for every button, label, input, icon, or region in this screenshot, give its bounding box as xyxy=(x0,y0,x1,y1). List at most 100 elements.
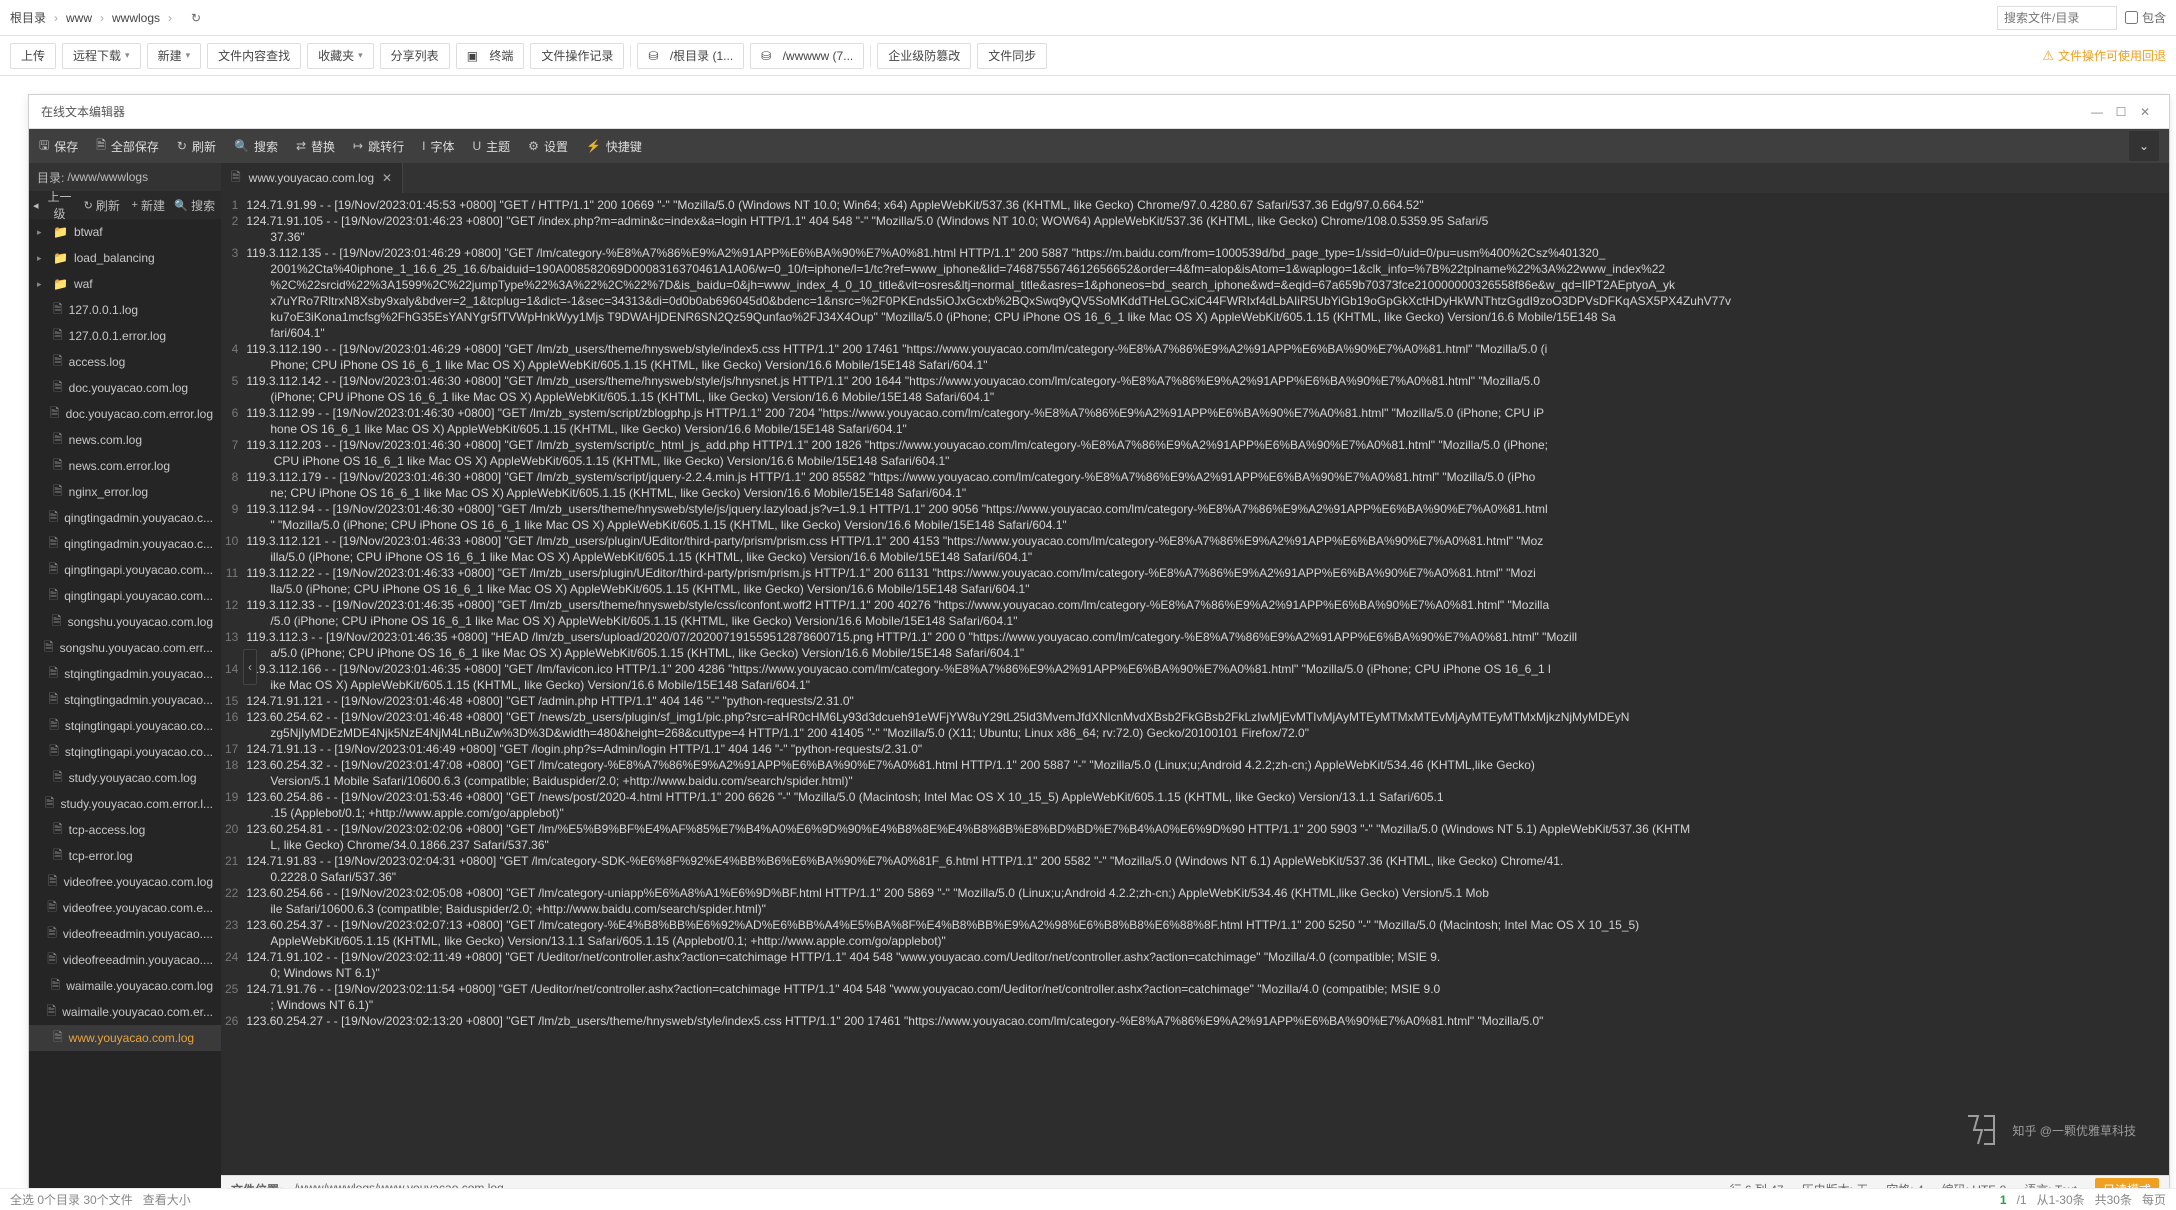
text-editor-dialog: 在线文本编辑器 — ☐ ✕ 🖫保存 🗎全部保存 ↻刷新 🔍搜索 ⇄替换 ↦跳转行… xyxy=(28,94,2170,1204)
sidebar-file[interactable]: 🗎nginx_error.log xyxy=(29,479,221,505)
refresh-icon: ↻ xyxy=(177,139,187,153)
sidebar-file[interactable]: 🗎doc.youyacao.com.log xyxy=(29,375,221,401)
sidebar-file[interactable]: 🗎qingtingapi.youyacao.com... xyxy=(29,583,221,609)
collapse-menu-icon[interactable]: ⌄ xyxy=(2129,131,2159,161)
sidebar-refresh[interactable]: ↻ 刷新 xyxy=(80,197,125,214)
shortcut-menu[interactable]: ⚡快捷键 xyxy=(586,138,642,155)
sidebar-collapse-handle[interactable]: ‹ xyxy=(243,649,257,685)
editor-main: 🗎 www.youyacao.com.log ✕ 123456789101112… xyxy=(221,163,2169,1203)
save-all-menu[interactable]: 🗎全部保存 xyxy=(96,136,159,157)
breadcrumb-root[interactable]: 根目录 xyxy=(10,9,46,26)
current-page[interactable]: 1 xyxy=(2000,1193,2007,1207)
page-range: 从1-30条 xyxy=(2037,1191,2085,1208)
sidebar-file[interactable]: 🗎qingtingadmin.youyacao.c... xyxy=(29,505,221,531)
sidebar-folder[interactable]: ▸📁waf xyxy=(29,271,221,297)
page-total: 共30条 xyxy=(2095,1191,2132,1208)
disk-icon: ⛁ xyxy=(648,49,658,63)
share-button[interactable]: 分享列表 xyxy=(380,43,450,69)
sidebar-file[interactable]: 🗎songshu.youyacao.com.log xyxy=(29,609,221,635)
remote-download-button[interactable]: 远程下载▾ xyxy=(62,43,141,69)
sync-button[interactable]: 文件同步 xyxy=(977,43,1047,69)
search-icon: 🔍 xyxy=(234,139,249,153)
tamper-button[interactable]: 企业级防篡改 xyxy=(877,43,971,69)
goto-icon: ↦ xyxy=(353,139,363,153)
breadcrumb-wwwlogs[interactable]: wwwlogs xyxy=(112,11,160,25)
favorite-button[interactable]: 收藏夹▾ xyxy=(307,43,374,69)
sidebar-up[interactable]: ◂ 上一级 xyxy=(33,188,78,222)
save-menu[interactable]: 🖫保存 xyxy=(39,136,78,157)
op-record-button[interactable]: 文件操作记录 xyxy=(530,43,624,69)
warning-banner: ⚠ 文件操作可使用回退 xyxy=(2042,47,2166,64)
settings-menu[interactable]: ⚙设置 xyxy=(528,138,568,155)
refresh-menu[interactable]: ↻刷新 xyxy=(177,138,216,155)
sidebar-file[interactable]: 🗎qingtingadmin.youyacao.c... xyxy=(29,531,221,557)
sidebar-file[interactable]: 🗎study.youyacao.com.error.l... xyxy=(29,791,221,817)
upload-button[interactable]: 上传 xyxy=(10,43,56,69)
editor-menu: 🖫保存 🗎全部保存 ↻刷新 🔍搜索 ⇄替换 ↦跳转行 I字体 U主题 ⚙设置 ⚡… xyxy=(29,129,2169,163)
include-checkbox[interactable]: 包含 xyxy=(2125,9,2166,26)
sidebar-file-list[interactable]: ▸📁btwaf▸📁load_balancing▸📁waf🗎127.0.0.1.l… xyxy=(29,219,221,1203)
sidebar-file[interactable]: 🗎waimaile.youyacao.com.log xyxy=(29,973,221,999)
save-all-icon: 🗎 xyxy=(96,136,106,157)
sidebar-file[interactable]: 🗎news.com.log xyxy=(29,427,221,453)
replace-menu[interactable]: ⇄替换 xyxy=(296,138,335,155)
terminal-button[interactable]: ▣ 终端 xyxy=(456,43,525,69)
sidebar-file[interactable]: 🗎videofree.youyacao.com.log xyxy=(29,869,221,895)
minimize-icon[interactable]: — xyxy=(2085,100,2109,124)
sidebar-file[interactable]: 🗎songshu.youyacao.com.err... xyxy=(29,635,221,661)
sidebar-file[interactable]: 🗎qingtingapi.youyacao.com... xyxy=(29,557,221,583)
sidebar-file[interactable]: 🗎tcp-error.log xyxy=(29,843,221,869)
sidebar-file[interactable]: 🗎stqingtingapi.youyacao.co... xyxy=(29,713,221,739)
size-hint[interactable]: 查看大小 xyxy=(143,1191,191,1208)
font-icon: I xyxy=(422,139,425,153)
new-button[interactable]: 新建▾ xyxy=(147,43,202,69)
font-menu[interactable]: I字体 xyxy=(422,138,454,155)
search-menu[interactable]: 🔍搜索 xyxy=(234,138,278,155)
file-search-input[interactable] xyxy=(1997,6,2117,30)
editor-tab[interactable]: 🗎 www.youyacao.com.log ✕ xyxy=(221,163,403,193)
theme-menu[interactable]: U主题 xyxy=(472,138,510,155)
disk-root-button[interactable]: ⛁ /根目录 (1... xyxy=(637,43,744,69)
close-icon[interactable]: ✕ xyxy=(2133,100,2157,124)
sidebar-folder[interactable]: ▸📁load_balancing xyxy=(29,245,221,271)
sidebar-file[interactable]: 🗎videofreeadmin.youyacao.... xyxy=(29,947,221,973)
sidebar-file[interactable]: 🗎stqingtingapi.youyacao.co... xyxy=(29,739,221,765)
sidebar-file[interactable]: 🗎127.0.0.1.log xyxy=(29,297,221,323)
sidebar-file[interactable]: 🗎www.youyacao.com.log xyxy=(29,1025,221,1051)
pagination-bar: 全选 0个目录 30个文件 查看大小 1 /1 从1-30条 共30条 每页 xyxy=(0,1188,2176,1210)
save-icon: 🖫 xyxy=(39,136,49,157)
sidebar-file[interactable]: 🗎stqingtingadmin.youyacao... xyxy=(29,661,221,687)
sidebar-file[interactable]: 🗎videofreeadmin.youyacao.... xyxy=(29,921,221,947)
tab-close-icon[interactable]: ✕ xyxy=(382,171,392,185)
sidebar-new[interactable]: + 新建 xyxy=(126,197,171,214)
goto-menu[interactable]: ↦跳转行 xyxy=(353,138,404,155)
file-icon: 🗎 xyxy=(231,168,241,189)
sidebar-file[interactable]: 🗎waimaile.youyacao.com.er... xyxy=(29,999,221,1025)
sidebar-file[interactable]: 🗎study.youyacao.com.log xyxy=(29,765,221,791)
theme-icon: U xyxy=(472,139,481,153)
sidebar-path: 目录: /www/wwwlogs xyxy=(29,163,221,191)
disk-www-button[interactable]: ⛁ /wwwww (7... xyxy=(750,43,864,69)
sidebar-file[interactable]: 🗎127.0.0.1.error.log xyxy=(29,323,221,349)
refresh-icon[interactable]: ↻ xyxy=(186,8,206,28)
warning-icon: ⚠ xyxy=(2042,48,2054,64)
content-search-button[interactable]: 文件内容查找 xyxy=(207,43,301,69)
sidebar-file[interactable]: 🗎news.com.error.log xyxy=(29,453,221,479)
breadcrumb-www[interactable]: www xyxy=(66,11,92,25)
editor-tabs: 🗎 www.youyacao.com.log ✕ xyxy=(221,163,2169,193)
sidebar-folder[interactable]: ▸📁btwaf xyxy=(29,219,221,245)
editor-title: 在线文本编辑器 xyxy=(41,103,125,120)
sidebar-file[interactable]: 🗎videofree.youyacao.com.e... xyxy=(29,895,221,921)
sidebar-file[interactable]: 🗎access.log xyxy=(29,349,221,375)
breadcrumb-bar: 根目录 › www › wwwlogs › ↻ 包含 xyxy=(0,0,2176,36)
selection-summary: 全选 0个目录 30个文件 xyxy=(10,1191,133,1208)
code-area[interactable]: 1234567891011121314151617181920212223242… xyxy=(221,193,2169,1175)
maximize-icon[interactable]: ☐ xyxy=(2109,100,2133,124)
sidebar-search[interactable]: 🔍 搜索 xyxy=(173,197,218,214)
file-sidebar: 目录: /www/wwwlogs ◂ 上一级 ↻ 刷新 + 新建 🔍 搜索 ▸📁… xyxy=(29,163,221,1203)
sidebar-file[interactable]: 🗎stqingtingadmin.youyacao... xyxy=(29,687,221,713)
sidebar-file[interactable]: 🗎tcp-access.log xyxy=(29,817,221,843)
sidebar-file[interactable]: 🗎doc.youyacao.com.error.log xyxy=(29,401,221,427)
gear-icon: ⚙ xyxy=(528,139,539,153)
per-page[interactable]: 每页 xyxy=(2142,1191,2166,1208)
